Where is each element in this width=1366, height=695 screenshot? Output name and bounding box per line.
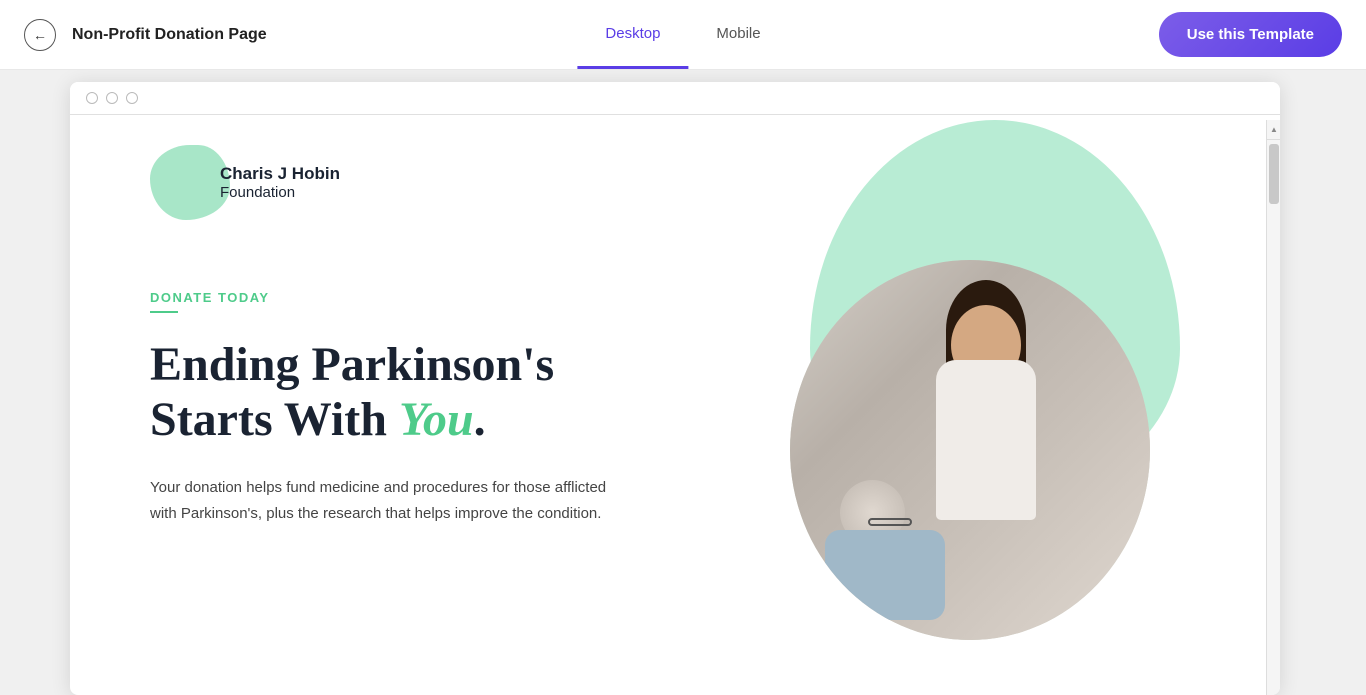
browser-dot-1 bbox=[86, 92, 98, 104]
top-bar: ← Non-Profit Donation Page Desktop Mobil… bbox=[0, 0, 1366, 70]
donate-underline bbox=[150, 311, 178, 313]
page-content: Charis J Hobin Foundation DONATE TODAY E… bbox=[70, 115, 1280, 695]
elderly-glasses bbox=[868, 518, 912, 526]
use-template-button[interactable]: Use this Template bbox=[1159, 12, 1342, 57]
org-name: Charis J Hobin bbox=[220, 164, 340, 184]
hero-image-circle bbox=[790, 260, 1150, 640]
tab-mobile[interactable]: Mobile bbox=[688, 1, 788, 69]
elderly-arm bbox=[874, 637, 956, 640]
caregiver-body bbox=[936, 360, 1036, 520]
person-elderly bbox=[820, 480, 950, 620]
browser-dot-2 bbox=[106, 92, 118, 104]
hero-heading: Ending Parkinson's Starts With You. bbox=[150, 337, 700, 447]
browser-chrome bbox=[70, 82, 1280, 115]
hero-body-text: Your donation helps fund medicine and pr… bbox=[150, 475, 630, 526]
browser-preview: ▲ ▼ Charis J Hobin Foundation DONATE TOD… bbox=[70, 82, 1280, 695]
back-button[interactable]: ← bbox=[24, 19, 56, 51]
logo-blob-shape bbox=[150, 145, 230, 220]
view-tabs: Desktop Mobile bbox=[577, 1, 788, 69]
org-subtitle: Foundation bbox=[220, 184, 340, 201]
donate-label: DONATE TODAY bbox=[150, 290, 700, 305]
tab-desktop[interactable]: Desktop bbox=[577, 1, 688, 69]
back-arrow-icon: ← bbox=[33, 28, 47, 42]
elderly-body bbox=[825, 530, 945, 620]
hero-highlight: You bbox=[399, 393, 474, 446]
hero-left: DONATE TODAY Ending Parkinson's Starts W… bbox=[150, 280, 700, 526]
page-title: Non-Profit Donation Page bbox=[72, 26, 267, 44]
hero-photo bbox=[790, 260, 1150, 640]
hero-section: DONATE TODAY Ending Parkinson's Starts W… bbox=[150, 280, 1220, 526]
logo-text: Charis J Hobin Foundation bbox=[220, 164, 340, 201]
hero-image-area bbox=[780, 120, 1200, 640]
browser-dot-3 bbox=[126, 92, 138, 104]
